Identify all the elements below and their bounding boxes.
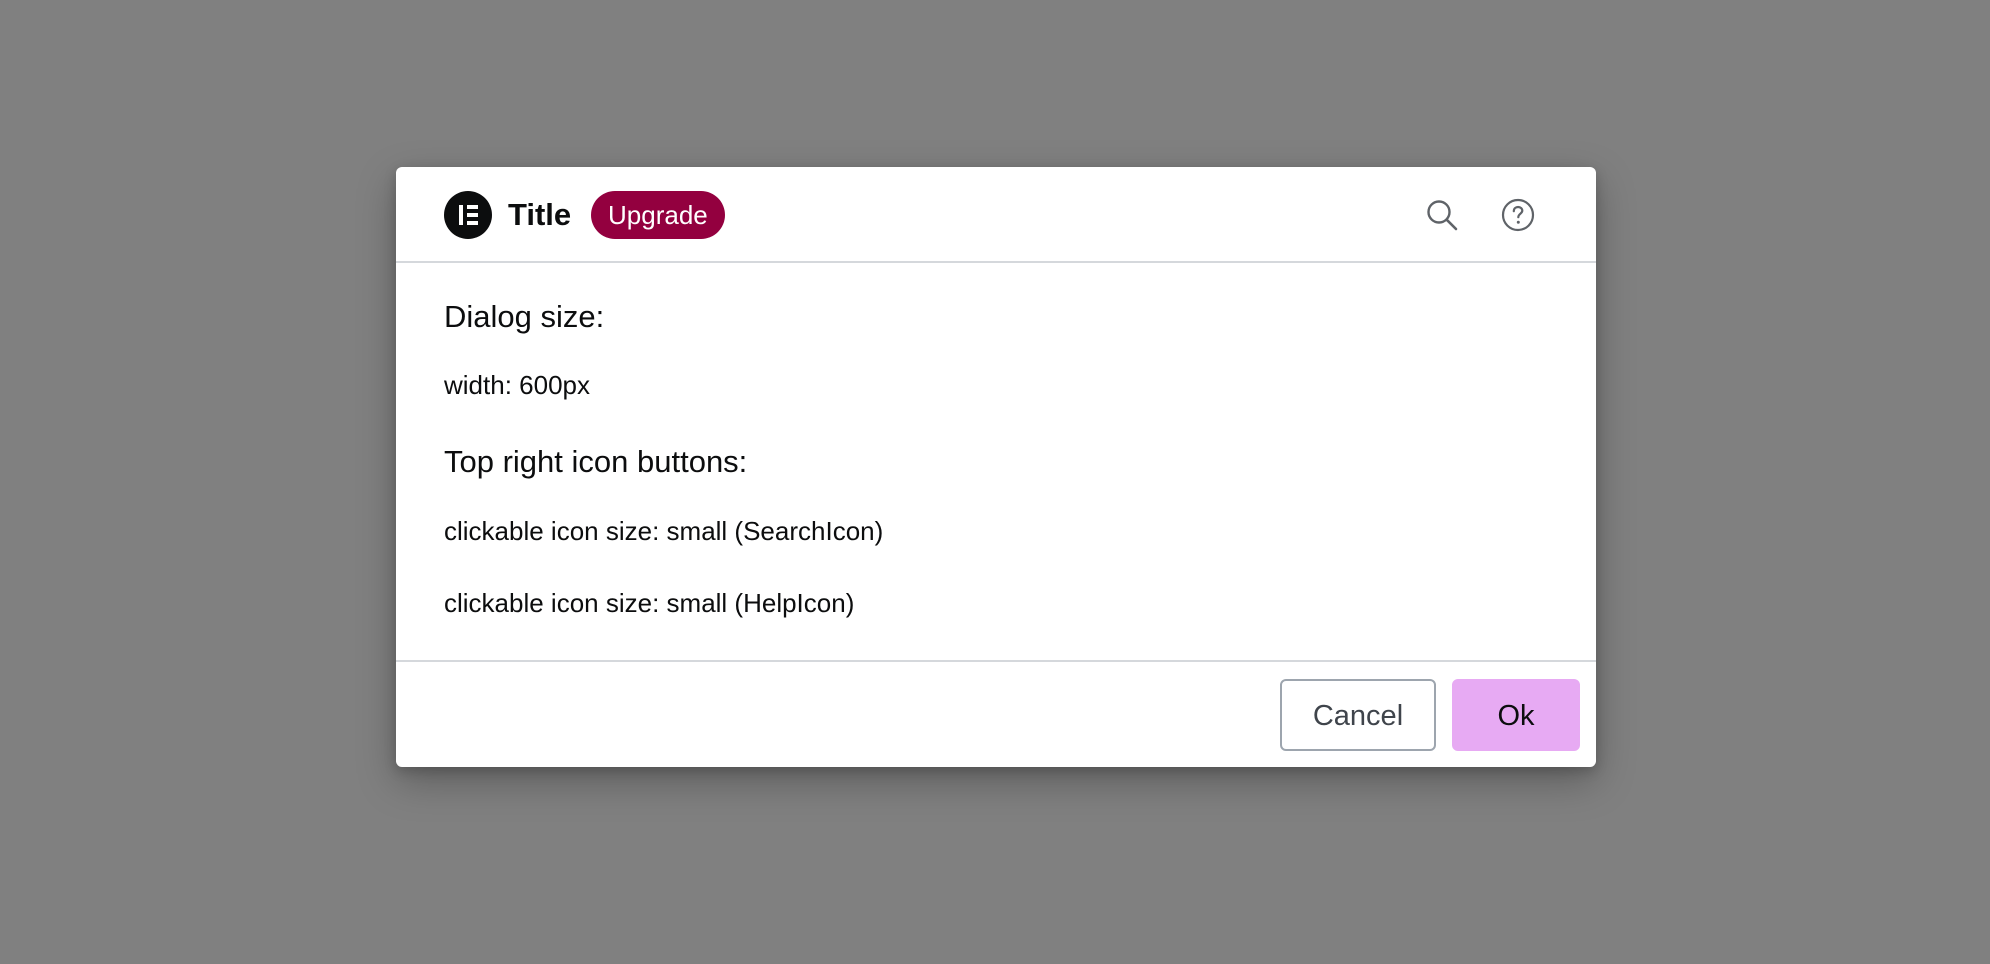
width-text: width: 600px bbox=[444, 370, 590, 400]
ok-button[interactable]: Ok bbox=[1452, 679, 1580, 751]
cancel-button[interactable]: Cancel bbox=[1280, 679, 1436, 751]
help-icon-size-text: clickable icon size: small (HelpIcon) bbox=[444, 588, 855, 618]
dialog: Title Upgrade Dialog size: width: 600px … bbox=[396, 167, 1596, 767]
elementor-logo-icon bbox=[444, 191, 492, 239]
search-icon bbox=[1427, 200, 1458, 231]
dialog-size-heading: Dialog size: bbox=[444, 299, 605, 334]
icon-buttons-heading: Top right icon buttons: bbox=[444, 444, 748, 479]
search-icon-size-text: clickable icon size: small (SearchIcon) bbox=[444, 516, 884, 546]
upgrade-badge[interactable]: Upgrade bbox=[591, 191, 725, 239]
help-button[interactable] bbox=[1494, 191, 1542, 239]
dialog-title: Title bbox=[508, 197, 572, 232]
dialog-actions: Cancel Ok bbox=[396, 660, 1596, 767]
help-icon bbox=[1501, 198, 1535, 232]
dialog-header: Title Upgrade bbox=[396, 167, 1596, 263]
search-button[interactable] bbox=[1418, 191, 1466, 239]
